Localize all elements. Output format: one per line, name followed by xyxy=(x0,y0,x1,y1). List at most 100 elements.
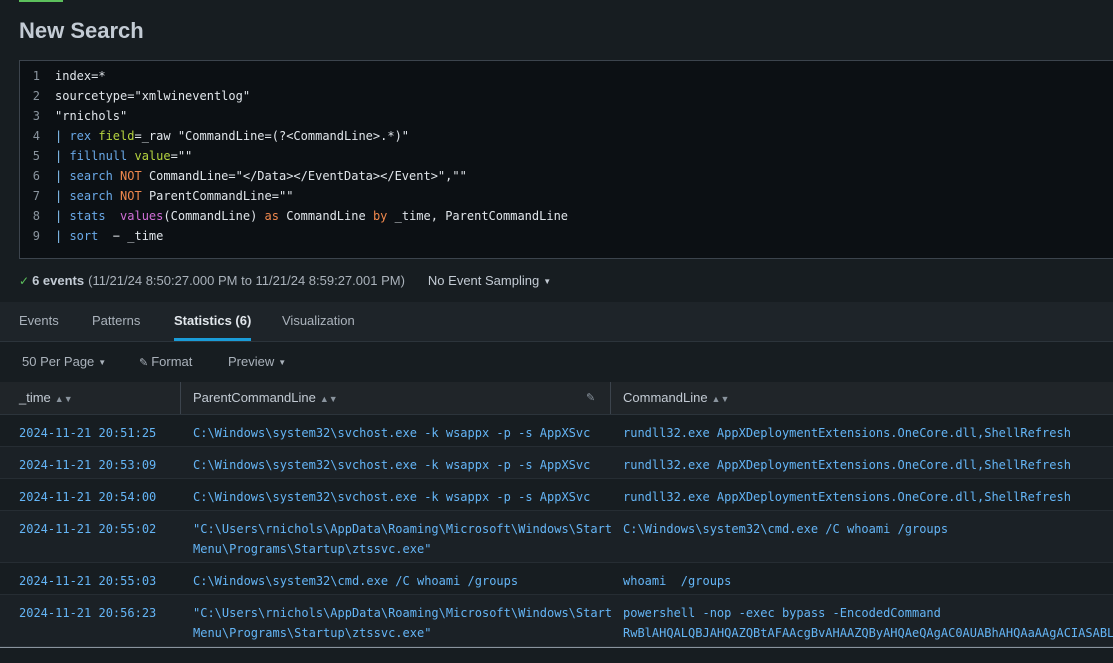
tab-statistics[interactable]: Statistics (6) xyxy=(174,302,252,341)
tab-patterns[interactable]: Patterns xyxy=(92,302,140,341)
table-row: 2024-11-21 20:53:09 C:\Windows\system32\s… xyxy=(0,447,1113,479)
time-cell[interactable]: 2024-11-21 20:54:00 xyxy=(19,487,156,507)
per-page-label: 50 Per Page xyxy=(22,354,95,369)
query-line[interactable]: | fillnull value="" xyxy=(55,149,192,163)
query-token: CommandLine xyxy=(286,209,373,223)
sort-icon: ▲▼ xyxy=(711,394,730,404)
column-header-commandline[interactable]: CommandLine ▲▼ xyxy=(623,382,729,414)
column-divider[interactable] xyxy=(610,382,611,414)
query-token: index=* xyxy=(55,69,106,83)
time-range: (11/21/24 8:50:27.000 PM to 11/21/24 8:5… xyxy=(88,273,405,288)
parentcommandline-cell[interactable]: C:\Windows\system32\svchost.exe -k wsapp… xyxy=(193,423,603,443)
commandline-cell[interactable]: rundll32.exe AppXDeploymentExtensions.On… xyxy=(623,423,1113,443)
query-token: search xyxy=(69,169,121,183)
top-accent-bar xyxy=(19,0,63,2)
line-number: 9 xyxy=(32,229,40,243)
query-line[interactable]: | search NOT ParentCommandLine="" xyxy=(55,189,293,203)
commandline-cell[interactable]: rundll32.exe AppXDeploymentExtensions.On… xyxy=(623,455,1113,475)
tab-events[interactable]: Events xyxy=(19,302,59,341)
query-token: CommandLine="</Data></EventData></Event>… xyxy=(148,169,467,183)
caret-down-icon: ▼ xyxy=(543,277,552,287)
query-token: search xyxy=(69,189,121,203)
search-summary: ✓ 6 events (11/21/24 8:50:27.000 PM to 1… xyxy=(19,273,551,288)
query-line[interactable]: | search NOT CommandLine="</Data></Event… xyxy=(55,169,467,183)
query-token: | xyxy=(55,169,70,183)
query-token: | xyxy=(55,149,70,163)
parentcommandline-cell[interactable]: C:\Windows\system32\svchost.exe -k wsapp… xyxy=(193,487,603,507)
query-token: (CommandLine) xyxy=(163,209,265,223)
line-number: 3 xyxy=(32,109,40,123)
query-token: NOT xyxy=(120,189,149,203)
caret-down-icon: ▼ xyxy=(98,358,107,368)
parentcommandline-cell[interactable]: "C:\Users\rnichols\AppData\Roaming\Micro… xyxy=(193,603,612,643)
sort-icon: ▲▼ xyxy=(319,394,338,404)
results-toolbar: 50 Per Page ▼ ✎ Format Preview ▼ xyxy=(0,342,1113,382)
per-page-dropdown[interactable]: 50 Per Page ▼ xyxy=(22,354,106,369)
column-divider[interactable] xyxy=(180,382,181,414)
column-header-label: ParentCommandLine xyxy=(193,390,316,405)
pencil-icon: ✎ xyxy=(139,357,149,369)
query-token: stats xyxy=(69,209,121,223)
query-line[interactable]: | sort − _time xyxy=(55,229,163,243)
event-count: 6 events xyxy=(32,273,85,288)
line-number: 7 xyxy=(32,189,40,203)
query-line[interactable]: "rnichols" xyxy=(55,109,127,123)
edit-column-icon[interactable]: ✎ xyxy=(586,391,595,404)
preview-dropdown[interactable]: Preview ▼ xyxy=(228,354,286,369)
line-number: 5 xyxy=(32,149,40,163)
query-token: as xyxy=(264,209,287,223)
query-token: − _time xyxy=(105,229,164,243)
query-token: field xyxy=(98,129,135,143)
search-query-editor[interactable]: 1 2 3 4 5 6 7 8 9 index=* sourcetype="xmlwinevent… xyxy=(19,60,1113,259)
query-token: | xyxy=(55,189,70,203)
query-token: by xyxy=(372,209,395,223)
event-sampling-label: No Event Sampling xyxy=(427,273,540,288)
query-line[interactable]: | rex field=_raw "CommandLine=(?<Command… xyxy=(55,129,409,143)
query-token: _time, ParentCommandLine xyxy=(394,209,569,223)
commandline-cell[interactable]: whoami /groups xyxy=(623,571,1113,591)
table-row: 2024-11-21 20:55:02 "C:\Users\rnichols\Ap… xyxy=(0,511,1113,563)
query-line[interactable]: sourcetype="xmlwineventlog" xyxy=(55,89,250,103)
query-token: =_raw "CommandLine=(?<CommandLine>.*)" xyxy=(134,129,410,143)
page-title: New Search xyxy=(19,18,144,43)
column-header-parentcommandline[interactable]: ParentCommandLine ▲▼ xyxy=(193,382,338,414)
time-cell[interactable]: 2024-11-21 20:53:09 xyxy=(19,455,156,475)
format-button[interactable]: ✎ Format xyxy=(139,354,192,369)
event-sampling-dropdown[interactable]: No Event Sampling ▼ xyxy=(428,273,551,288)
parentcommandline-cell[interactable]: C:\Windows\system32\svchost.exe -k wsapp… xyxy=(193,455,603,475)
query-token: ParentCommandLine="" xyxy=(148,189,294,203)
parentcommandline-cell[interactable]: "C:\Users\rnichols\AppData\Roaming\Micro… xyxy=(193,519,612,559)
sort-icon: ▲▼ xyxy=(54,394,73,404)
format-label: Format xyxy=(151,354,193,369)
line-number-gutter: 1 2 3 4 5 6 7 8 9 xyxy=(20,61,46,258)
commandline-cell[interactable]: C:\Windows\system32\cmd.exe /C whoami /g… xyxy=(623,519,1113,539)
query-token: "rnichols" xyxy=(55,109,128,123)
time-cell[interactable]: 2024-11-21 20:55:03 xyxy=(19,571,156,591)
tab-visualization[interactable]: Visualization xyxy=(282,302,355,341)
line-number: 2 xyxy=(32,89,40,103)
commandline-cell[interactable]: rundll32.exe AppXDeploymentExtensions.On… xyxy=(623,487,1113,507)
query-line[interactable]: | stats values(CommandLine) as CommandLi… xyxy=(55,209,568,223)
line-number: 4 xyxy=(32,129,40,143)
query-line[interactable]: index=* xyxy=(55,69,106,83)
query-token: fillnull xyxy=(69,149,135,163)
query-token: sort xyxy=(69,229,106,243)
time-cell[interactable]: 2024-11-21 20:55:02 xyxy=(19,519,156,539)
caret-down-icon: ▼ xyxy=(278,358,287,368)
table-row: 2024-11-21 20:51:25 C:\Windows\system32\s… xyxy=(0,415,1113,447)
column-header-time[interactable]: _time ▲▼ xyxy=(19,382,73,414)
commandline-cell[interactable]: powershell -nop -exec bypass -EncodedCom… xyxy=(623,603,1113,643)
query-token: sourcetype="xmlwineventlog" xyxy=(55,89,251,103)
table-row: 2024-11-21 20:55:03 C:\Windows\system32\c… xyxy=(0,563,1113,595)
statistics-table: _time ▲▼ ParentCommandLine ▲▼ ✎ CommandLin… xyxy=(0,382,1113,647)
query-token: | xyxy=(55,129,70,143)
preview-label: Preview xyxy=(228,354,275,369)
parentcommandline-cell[interactable]: C:\Windows\system32\cmd.exe /C whoami /g… xyxy=(193,571,603,591)
column-header-label: _time xyxy=(19,390,51,405)
column-header-label: CommandLine xyxy=(623,390,708,405)
query-token: rex xyxy=(69,129,99,143)
time-cell[interactable]: 2024-11-21 20:56:23 xyxy=(19,603,156,623)
table-row: 2024-11-21 20:56:23 "C:\Users\rnichols\Ap… xyxy=(0,595,1113,647)
time-cell[interactable]: 2024-11-21 20:51:25 xyxy=(19,423,156,443)
query-token: | xyxy=(55,209,70,223)
